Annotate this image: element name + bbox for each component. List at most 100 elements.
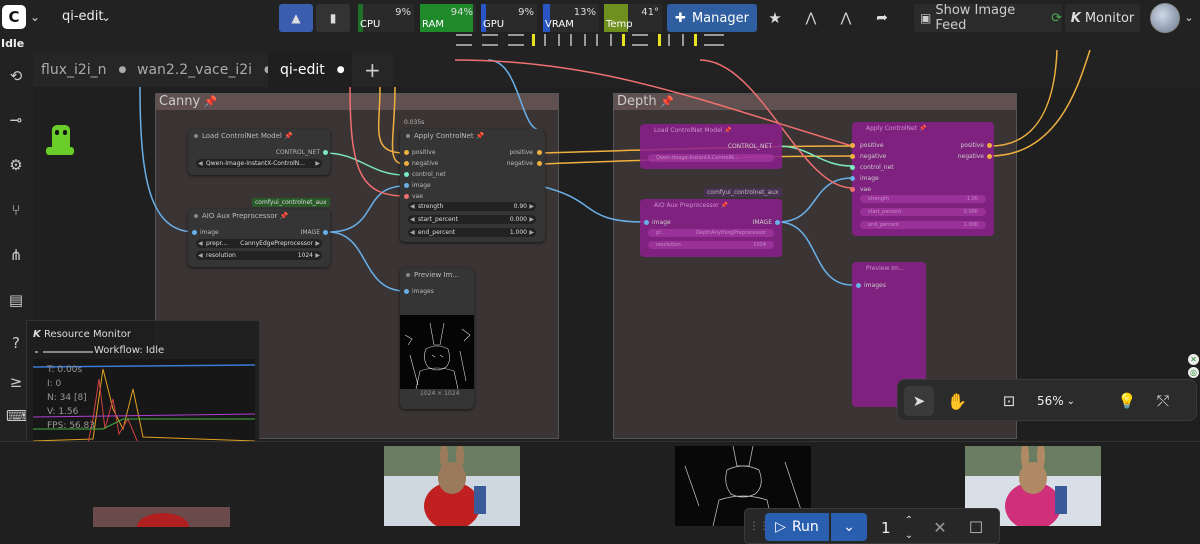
wire (989, 49, 1058, 147)
input-pin[interactable] (644, 220, 649, 225)
pin-icon: 📌 (281, 132, 293, 140)
input-pin[interactable] (404, 289, 409, 294)
input-pin[interactable] (856, 283, 861, 288)
node-aio-preprocessor-canny[interactable]: AIO Aux Preprocessor 📌 image IMAGE ◀ prep… (188, 209, 330, 267)
wire (539, 185, 646, 223)
mascot-icon (44, 121, 76, 159)
legend-swatch (35, 351, 38, 353)
feed-image-partial[interactable] (93, 507, 230, 527)
edge-toggle-icon[interactable]: ✕ (1188, 354, 1199, 365)
monitor-stats: T: 0.00s I: 0 N: 34 [8] V: 1.56 FPS: 56.… (47, 363, 95, 433)
preprocessor-widget[interactable]: pr... DepthAnythingPreprocessor (648, 229, 774, 237)
strength-widget[interactable]: strength 1.00 (860, 195, 986, 203)
lightbulb-icon[interactable]: 💡 (1112, 386, 1142, 416)
run-label: Run (791, 519, 819, 535)
preview-size: 1024 × 1024 (420, 390, 460, 397)
fit-view-icon[interactable]: ⊡ (994, 386, 1024, 416)
node-title: Load ControlNet Model 📌 (654, 127, 732, 134)
input-label: image (200, 229, 219, 236)
wire (349, 86, 406, 197)
input-pin-negative[interactable] (850, 154, 855, 159)
input-pin-control-net[interactable] (850, 165, 855, 170)
input-pin-vae[interactable] (404, 194, 409, 199)
pin-icon: 📌 (722, 127, 732, 134)
node-title: Preview Im... (866, 265, 905, 272)
node-load-controlnet[interactable]: Load ControlNet Model 📌 CONTROL_NET ◀ Qwe… (188, 129, 330, 175)
link-visibility-icon[interactable]: ⤲ (1148, 386, 1178, 416)
output-label: negative (506, 160, 533, 167)
feed-image-rabbit[interactable] (384, 446, 520, 526)
wire (327, 231, 406, 292)
pin-icon: 📌 (917, 125, 927, 132)
input-pin-control-net[interactable] (404, 172, 409, 177)
output-pin-negative[interactable] (987, 154, 992, 159)
node-title: Load ControlNet Model 📌 (188, 129, 330, 143)
start-percent-widget[interactable]: start_percent 0.000 (860, 208, 986, 216)
input-label: image (860, 175, 879, 182)
input-pin-positive[interactable] (404, 150, 409, 155)
output-pin[interactable] (323, 150, 328, 155)
select-pointer-icon[interactable]: ➤ (904, 386, 934, 416)
run-options-chevron-icon[interactable]: ⌄ (831, 513, 867, 541)
edge-toggle-icon[interactable]: ◎ (1188, 367, 1199, 378)
input-label: images (412, 288, 434, 295)
workflow-status: Workflow: Idle (94, 345, 165, 356)
stop-icon[interactable]: ☐ (963, 515, 989, 539)
node-title: Apply ControlNet 📌 (866, 125, 927, 132)
decrement-icon[interactable]: ⌄ (901, 528, 917, 542)
play-icon: ▷ (775, 519, 786, 535)
input-label: images (864, 282, 886, 289)
batch-count-input[interactable]: 1 (881, 519, 891, 537)
start-percent-widget[interactable]: ◀ start_percent 0.000 ▶ (408, 215, 536, 224)
run-button[interactable]: ▷ Run (765, 513, 829, 541)
controlnet-name-widget[interactable]: ◀ Qwen-Image-InstantX-ControlN... ▶ (196, 159, 322, 168)
input-pin-image[interactable] (404, 183, 409, 188)
output-pin[interactable] (775, 220, 780, 225)
output-label: CONTROL_NET (275, 149, 320, 156)
resolution-widget[interactable]: ◀ resolution 1024 ▶ (196, 251, 322, 260)
increment-icon[interactable]: ⌃ (901, 513, 917, 527)
controlnet-name-widget[interactable]: Qwen-Image-InstantX-ControlN... (648, 154, 774, 162)
resolution-widget[interactable]: resolution 1024 (648, 241, 774, 249)
legend-bar (43, 351, 93, 353)
input-label: positive (412, 149, 436, 156)
input-label: image (412, 182, 431, 189)
wire (327, 185, 406, 233)
end-percent-widget[interactable]: ◀ end_percent 1.000 ▶ (408, 228, 536, 237)
input-pin-positive[interactable] (850, 143, 855, 148)
node-badge: comfyui_controlnet_aux (252, 198, 330, 207)
strength-widget[interactable]: ◀ strength 0.90 ▶ (408, 202, 536, 211)
pin-icon: 📌 (473, 132, 485, 140)
node-title: AIO Aux Preprocessor 📌 (654, 202, 728, 209)
run-bar: ⋮⋮ ▷ Run ⌄ 1 ⌃ ⌄ ✕ ☐ (744, 508, 1000, 544)
zoom-dropdown[interactable]: 56% ⌄ (1032, 386, 1080, 416)
input-pin-vae[interactable] (850, 187, 855, 192)
node-apply-controlnet-depth[interactable]: Apply ControlNet 📌 positive negative con… (850, 122, 994, 236)
chevron-down-icon: ⌄ (1066, 395, 1076, 407)
wire (139, 86, 196, 233)
output-pin-positive[interactable] (537, 150, 542, 155)
preprocessor-widget[interactable]: ◀ prepr... CannyEdgePreprocessor ▶ (196, 239, 322, 248)
node-preview-image[interactable]: Preview Im... images 1024 × 1024 (400, 268, 474, 409)
wire (989, 49, 1091, 157)
output-pin-negative[interactable] (537, 161, 542, 166)
input-label: negative (412, 160, 439, 167)
input-pin-image[interactable] (850, 176, 855, 181)
node-load-controlnet-depth[interactable]: Load ControlNet Model 📌 CONTROL_NET Qwen… (640, 124, 782, 169)
input-pin[interactable] (192, 230, 197, 235)
hand-icon[interactable]: ✋ (942, 386, 972, 416)
end-percent-widget[interactable]: end_percent 1.000 (860, 221, 986, 229)
comfyui-app: C ⌄ qi-edit ⌄ ▲ ▮ CPU 9% RAM 94% GPU 9% VRAM 13… (0, 0, 1200, 544)
input-label: positive (860, 142, 884, 149)
cancel-icon[interactable]: ✕ (927, 515, 953, 539)
output-pin[interactable] (323, 230, 328, 235)
node-aio-preprocessor-depth[interactable]: AIO Aux Preprocessor 📌 image IMAGE pr...… (640, 199, 782, 257)
output-pin-positive[interactable] (987, 143, 992, 148)
input-label: control_net (412, 171, 446, 178)
k-icon: K (33, 329, 41, 340)
node-title: AIO Aux Preprocessor 📌 (188, 209, 330, 223)
output-label: IMAGE (300, 229, 320, 236)
input-pin-negative[interactable] (404, 161, 409, 166)
node-apply-controlnet[interactable]: Apply ControlNet 📌 positive negative con… (400, 129, 545, 242)
canvas-toolbar: ➤ ✋ ⊡ 56% ⌄ 💡 ⤲ (897, 379, 1197, 421)
